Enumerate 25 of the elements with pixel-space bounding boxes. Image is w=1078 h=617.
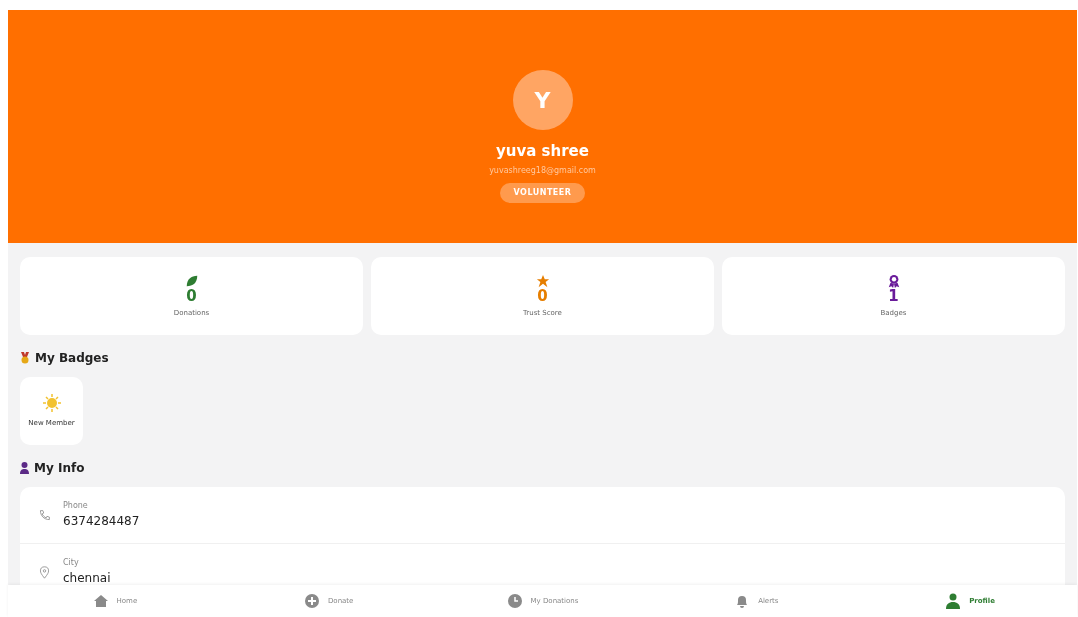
person-icon bbox=[20, 462, 29, 474]
person-icon bbox=[945, 593, 962, 609]
location-pin-icon bbox=[38, 565, 51, 579]
stat-value: 1 bbox=[888, 287, 899, 304]
field-value: 6374284487 bbox=[63, 513, 140, 530]
medal-icon bbox=[20, 352, 30, 364]
stat-value: 0 bbox=[186, 287, 197, 304]
avatar: Y bbox=[512, 70, 573, 131]
home-icon bbox=[92, 593, 109, 609]
stat-value: 0 bbox=[537, 287, 548, 304]
phone-icon bbox=[38, 508, 51, 522]
field-label: Phone bbox=[63, 500, 89, 512]
star-icon bbox=[535, 273, 550, 288]
plus-icon bbox=[303, 593, 320, 609]
user-name: yuva shree bbox=[496, 141, 589, 163]
sun-icon bbox=[42, 393, 61, 412]
user-email: yuvashreeg18@gmail.com bbox=[489, 164, 596, 177]
section-title: My Info bbox=[34, 460, 85, 477]
leaf-icon bbox=[184, 273, 199, 288]
clock-icon bbox=[506, 593, 523, 609]
role-badge: VOLUNTEER bbox=[499, 182, 586, 203]
field-label: City bbox=[63, 557, 80, 569]
section-title: My Badges bbox=[35, 350, 109, 367]
field-value: chennai bbox=[63, 570, 111, 585]
ribbon-icon bbox=[886, 273, 901, 288]
